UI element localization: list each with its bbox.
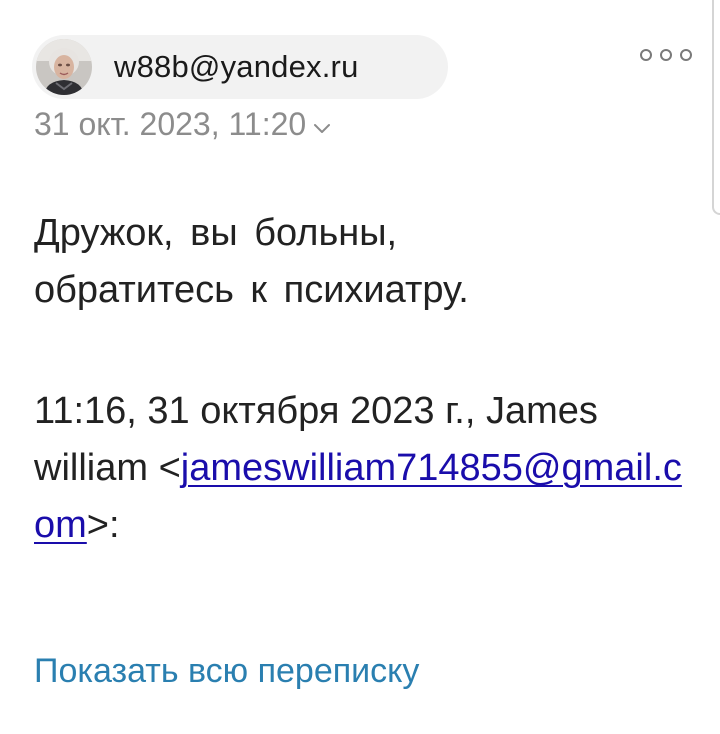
sender-chip[interactable]: w88b@yandex.ru [32,35,448,99]
more-dot-icon [660,49,672,61]
scroll-indicator [712,0,720,215]
more-dot-icon [680,49,692,61]
email-view: w88b@yandex.ru 31 окт. 2023, 11:20 Дружо… [0,0,720,734]
message-line: Дружок, вы больны, [34,212,398,254]
profile-photo-icon [36,39,92,95]
message-date-toggle[interactable]: 31 окт. 2023, 11:20 [34,102,332,146]
more-dot-icon [640,49,652,61]
quote-close: >: [86,504,120,546]
quoted-header: 11:16, 31 октября 2023 г., James william… [34,383,694,554]
chevron-down-icon [314,124,331,133]
sender-avatar [36,39,92,95]
show-full-thread-link[interactable]: Показать всю переписку [34,652,419,691]
sender-email: w88b@yandex.ru [114,49,359,84]
quote-open-bracket: < [158,447,181,489]
more-options-button[interactable] [640,44,692,66]
message-body: Дружок, вы больны, обратитесь к психиатр… [34,205,684,319]
message-date: 31 окт. 2023, 11:20 [34,105,307,142]
message-line: обратитесь к психиатру. [34,269,469,311]
